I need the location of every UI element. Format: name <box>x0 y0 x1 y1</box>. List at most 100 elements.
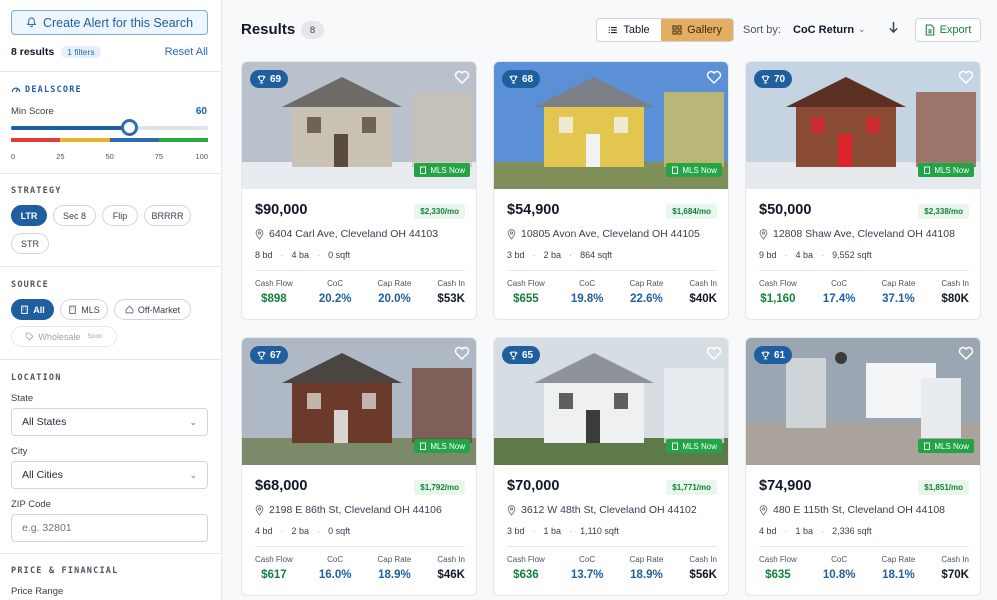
filters-badge: 1 filters <box>61 46 101 58</box>
reset-all-link[interactable]: Reset All <box>165 46 208 58</box>
beds: 3 bd <box>507 250 525 260</box>
heart-icon[interactable] <box>958 345 974 361</box>
metric-coc: CoC 10.8% <box>822 555 856 581</box>
score-ticks: 0 25 50 75 100 <box>11 152 208 162</box>
building-icon <box>21 305 29 314</box>
strategy-brrrr-chip[interactable]: BRRRR <box>144 205 191 226</box>
source-off-market-chip[interactable]: Off-Market <box>114 299 191 320</box>
divider <box>0 173 221 174</box>
metric-cap-rate: Cap Rate 22.6% <box>629 279 664 305</box>
listing-card[interactable]: 69 MLS Now $90,000 $2,330/mo 6404 Carl A… <box>241 61 477 320</box>
home-icon <box>125 305 134 314</box>
heart-icon[interactable] <box>706 345 722 361</box>
listing-specs: 4 bd · 2 ba · 0 sqft <box>255 526 351 536</box>
city-select[interactable]: All Cities ⌄ <box>11 461 208 489</box>
price-financial-title: PRICE & FINANCIAL <box>11 566 119 576</box>
building-icon <box>672 166 679 174</box>
metric-cash-flow: Cash Flow $655 <box>507 279 545 305</box>
listing-address: 2198 E 86th St, Cleveland OH 44106 <box>255 504 442 516</box>
zip-label: ZIP Code <box>11 499 51 510</box>
listing-metrics: Cash Flow $636 CoC 13.7% Cap Rate 18.9% Cas… <box>507 555 717 581</box>
beds: 4 bd <box>255 526 273 536</box>
beds: 4 bd <box>759 526 777 536</box>
zip-input[interactable]: e.g. 32801 <box>11 514 208 542</box>
heart-icon[interactable] <box>454 345 470 361</box>
heart-icon[interactable] <box>454 69 470 85</box>
heart-icon[interactable] <box>706 69 722 85</box>
metric-cap-rate: Cap Rate 20.0% <box>377 279 412 305</box>
metric-cash-in: Cash In $40K <box>689 279 717 305</box>
source-all-chip[interactable]: All <box>11 299 54 320</box>
rent-badge: $1,684/mo <box>666 204 717 219</box>
metric-cap-rate: Cap Rate 18.9% <box>629 555 664 581</box>
listing-photo[interactable]: 67 MLS Now <box>242 338 476 465</box>
baths: 1 ba <box>543 526 562 536</box>
chevron-down-icon[interactable]: ⌄ <box>858 24 866 35</box>
score-band <box>158 138 208 142</box>
metric-cash-flow: Cash Flow $898 <box>255 279 293 305</box>
listing-card[interactable]: 61 MLS Now $74,900 $1,851/mo 480 E 115th… <box>745 337 981 596</box>
metric-cash-in: Cash In $53K <box>437 279 465 305</box>
listing-photo[interactable]: 65 MLS Now <box>494 338 728 465</box>
trophy-icon <box>509 75 518 83</box>
slider-thumb[interactable] <box>121 119 139 136</box>
strategy-ltr-chip[interactable]: LTR <box>11 205 47 226</box>
listing-photo[interactable]: 69 MLS Now <box>242 62 476 189</box>
listing-card[interactable]: 67 MLS Now $68,000 $1,792/mo 2198 E 86th… <box>241 337 477 596</box>
baths: 2 ba <box>543 250 562 260</box>
slider-fill <box>11 126 130 130</box>
listing-address: 6404 Carl Ave, Cleveland OH 44103 <box>255 228 438 240</box>
listing-card[interactable]: 68 MLS Now $54,900 $1,684/mo 10805 Avon … <box>493 61 729 320</box>
min-score-slider[interactable] <box>11 119 208 136</box>
export-button[interactable]: Export <box>915 18 981 42</box>
building-icon <box>420 166 427 174</box>
listing-photo[interactable]: 70 MLS Now <box>746 62 980 189</box>
strategy-sec8-chip[interactable]: Sec 8 <box>53 205 96 226</box>
strategy-str-chip[interactable]: STR <box>11 233 49 254</box>
listing-photo[interactable]: 61 MLS Now <box>746 338 980 465</box>
city-label: City <box>11 446 28 457</box>
results-summary: 8 results 1 filters Reset All <box>11 45 208 59</box>
heart-icon[interactable] <box>958 69 974 85</box>
results-count-badge: 8 <box>301 21 324 39</box>
sort-direction-button[interactable] <box>888 21 899 37</box>
trophy-icon <box>761 351 770 359</box>
listing-card[interactable]: 70 MLS Now $50,000 $2,338/mo 12808 Shaw … <box>745 61 981 320</box>
state-select[interactable]: All States ⌄ <box>11 408 208 436</box>
listing-metrics: Cash Flow $1,160 CoC 17.4% Cap Rate 37.1% C… <box>759 279 969 305</box>
metric-cash-flow: Cash Flow $1,160 <box>759 279 797 305</box>
metric-cash-in: Cash In $46K <box>437 555 465 581</box>
score-color-scale <box>11 138 208 142</box>
metric-cash-in: Cash In $70K <box>941 555 969 581</box>
table-view-button[interactable]: Table <box>597 19 661 41</box>
divider <box>507 546 717 547</box>
sort-select[interactable]: CoC Return <box>793 24 854 36</box>
listing-specs: 4 bd · 1 ba · 2,336 sqft <box>759 526 872 536</box>
divider <box>759 270 969 271</box>
listing-specs: 9 bd · 4 ba · 9,552 sqft <box>759 250 872 260</box>
location-title: LOCATION <box>11 373 62 383</box>
create-alert-button[interactable]: Create Alert for this Search <box>11 10 208 35</box>
source-mls-chip[interactable]: MLS <box>60 299 108 320</box>
gallery-view-button[interactable]: Gallery <box>661 19 733 41</box>
chevron-down-icon: ⌄ <box>189 469 197 480</box>
listing-photo[interactable]: 68 MLS Now <box>494 62 728 189</box>
divider <box>0 553 221 554</box>
listing-card[interactable]: 65 MLS Now $70,000 $1,771/mo 3612 W 48th… <box>493 337 729 596</box>
mls-now-badge: MLS Now <box>666 163 722 177</box>
metric-cash-flow: Cash Flow $617 <box>255 555 293 581</box>
strategy-flip-chip[interactable]: Flip <box>102 205 138 226</box>
trophy-icon <box>257 75 266 83</box>
sqft: 864 sqft <box>580 250 613 260</box>
spreadsheet-icon <box>925 24 934 36</box>
divider <box>759 546 969 547</box>
listing-price: $68,000 <box>255 478 308 494</box>
bell-icon <box>26 17 37 28</box>
listing-metrics: Cash Flow $635 CoC 10.8% Cap Rate 18.1% Cas… <box>759 555 969 581</box>
beds: 8 bd <box>255 250 273 260</box>
score-tick: 0 <box>11 152 16 161</box>
listing-price: $70,000 <box>507 478 560 494</box>
results-count: 8 results <box>11 46 55 58</box>
price-range-label: Price Range <box>11 586 64 597</box>
score-tick: 100 <box>195 152 208 161</box>
